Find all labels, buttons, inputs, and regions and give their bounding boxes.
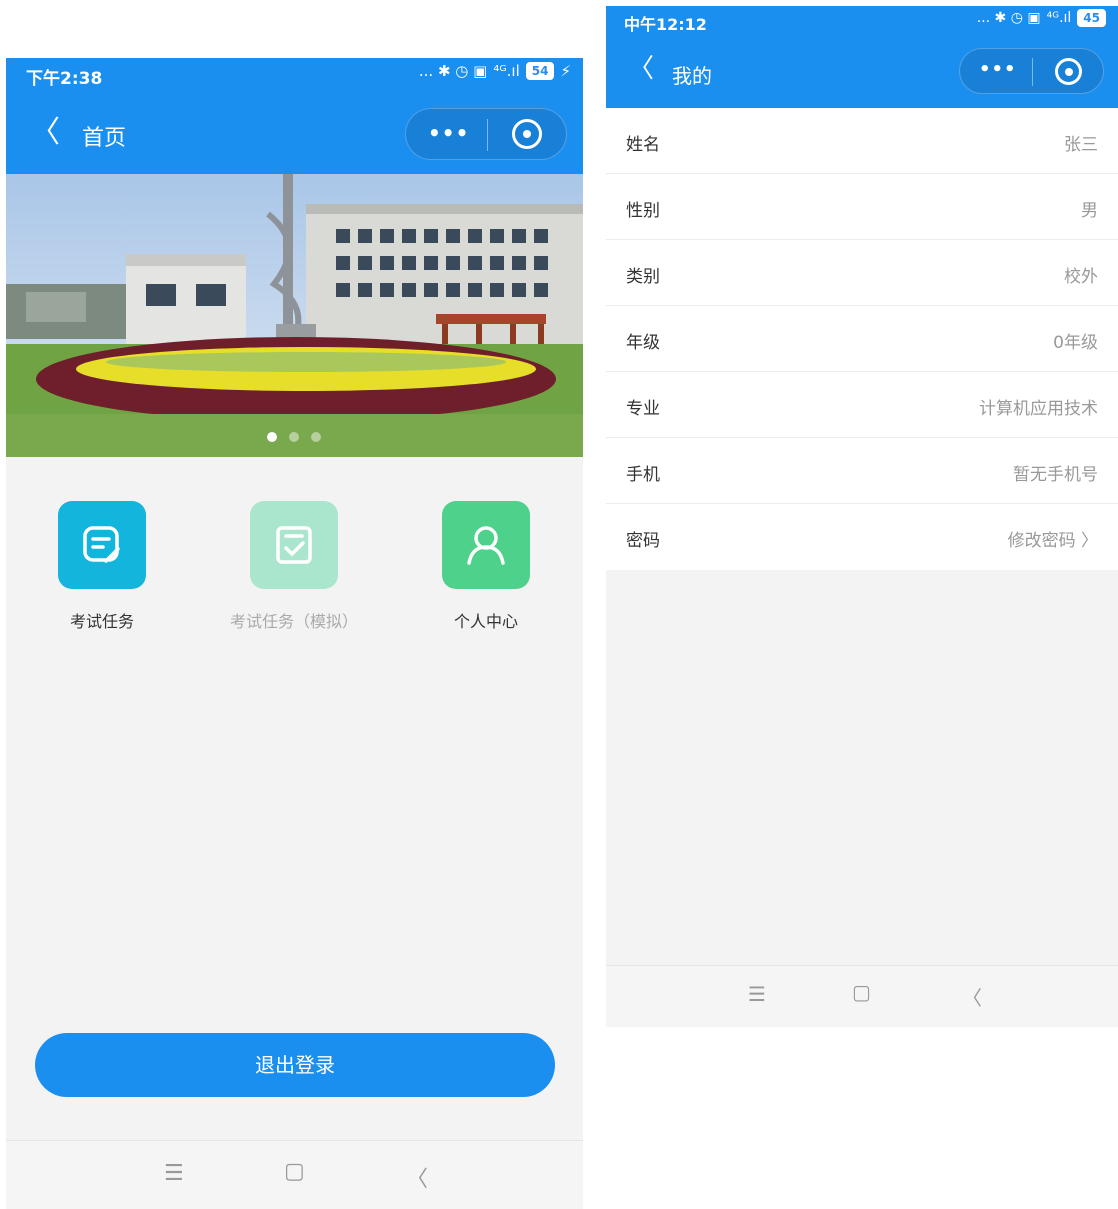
change-password-link[interactable]: 修改密码 〉 — [1008, 526, 1098, 551]
row-value: 暂无手机号 — [1013, 465, 1098, 485]
signal-icon: ⁴ᴳ.ıl — [1046, 10, 1072, 26]
row-label: 年级 — [626, 333, 660, 353]
row-value: 校外 — [1064, 267, 1098, 287]
back-icon[interactable]: 〈 — [406, 1161, 428, 1193]
nav-bar: 〈 首页 ••• — [6, 96, 583, 174]
grid-label-exam-task: 考试任务 — [69, 612, 134, 631]
banner-carousel[interactable] — [6, 174, 583, 457]
row-major: 专业 计算机应用技术 — [606, 372, 1118, 438]
row-phone: 手机 暂无手机号 — [606, 438, 1118, 504]
row-value: 计算机应用技术 — [979, 399, 1098, 419]
status-icons: ... ✱ ◷ ▣ ⁴ᴳ.ıl 54 ⚡ — [419, 62, 571, 80]
status-time: 中午12:12 — [624, 15, 707, 34]
row-gender: 性别 男 — [606, 174, 1118, 240]
home-icon[interactable]: ▢ — [852, 980, 871, 1004]
profile-screen: 中午12:12 ... ✱ ◷ ▣ ⁴ᴳ.ıl 45 〈 我的 ••• 姓名 张… — [606, 6, 1118, 1027]
row-grade: 年级 0年级 — [606, 306, 1118, 372]
status-misc-icons: ... ✱ ◷ ▣ — [976, 10, 1041, 26]
back-button[interactable]: 〈 — [628, 56, 654, 82]
mini-program-capsule: ••• — [405, 108, 567, 160]
system-nav-bar: ☰ ▢ 〈 — [606, 965, 1118, 1027]
logout-button[interactable]: 退出登录 — [35, 1033, 555, 1097]
home-screen: 下午2:38 ... ✱ ◷ ▣ ⁴ᴳ.ıl 54 ⚡ 〈 首页 ••• 考试任… — [6, 58, 583, 1209]
page-title: 我的 — [672, 64, 712, 88]
more-menu-button[interactable]: ••• — [428, 121, 469, 145]
row-password[interactable]: 密码 修改密码 〉 — [606, 504, 1118, 570]
back-button[interactable]: 〈 — [30, 118, 60, 148]
row-label: 姓名 — [626, 135, 660, 155]
system-nav-bar: ☰ ▢ 〈 — [6, 1140, 583, 1209]
menu-icon[interactable]: ☰ — [164, 1161, 184, 1186]
status-bar: 中午12:12 ... ✱ ◷ ▣ ⁴ᴳ.ıl 45 — [606, 6, 1118, 38]
row-value: 张三 — [1064, 135, 1098, 155]
signal-icon: ⁴ᴳ.ıl — [493, 62, 520, 80]
carousel-dot-1[interactable] — [267, 432, 277, 442]
carousel-dot-2[interactable] — [289, 432, 299, 442]
status-bar: 下午2:38 ... ✱ ◷ ▣ ⁴ᴳ.ıl 54 ⚡ — [6, 58, 583, 96]
battery-icon: 54 — [525, 62, 555, 80]
menu-icon[interactable]: ☰ — [748, 982, 766, 1006]
check-doc-icon — [250, 501, 338, 589]
grid-label-mock-exam: 考试任务（模拟） — [229, 612, 358, 631]
charging-icon: ⚡ — [560, 62, 571, 80]
carousel-dot-3[interactable] — [311, 432, 321, 442]
row-value: 0年级 — [1053, 333, 1098, 353]
close-miniprogram-icon[interactable] — [1055, 58, 1082, 85]
battery-icon: 45 — [1077, 9, 1106, 27]
close-miniprogram-icon[interactable] — [512, 119, 542, 149]
status-misc-icons: ... ✱ ◷ ▣ — [418, 62, 488, 80]
row-name: 姓名 张三 — [606, 108, 1118, 174]
page-title: 首页 — [82, 126, 127, 151]
home-icon[interactable]: ▢ — [284, 1159, 305, 1184]
status-time: 下午2:38 — [26, 69, 103, 89]
more-menu-button[interactable]: ••• — [979, 59, 1017, 80]
back-icon[interactable]: 〈 — [962, 982, 982, 1011]
edit-doc-icon[interactable] — [58, 501, 146, 589]
mini-program-capsule: ••• — [959, 48, 1104, 94]
person-icon[interactable] — [442, 501, 530, 589]
row-label: 性别 — [626, 201, 660, 221]
grid-label-personal-center: 个人中心 — [453, 612, 518, 631]
row-label: 密码 — [626, 531, 660, 551]
row-category: 类别 校外 — [606, 240, 1118, 306]
row-label: 手机 — [626, 465, 660, 485]
status-icons: ... ✱ ◷ ▣ ⁴ᴳ.ıl 45 — [977, 9, 1106, 27]
capsule-divider — [1032, 58, 1033, 86]
row-value: 男 — [1081, 201, 1098, 221]
nav-bar: 〈 我的 ••• — [606, 38, 1118, 108]
campus-building-photo — [6, 174, 583, 457]
row-label: 专业 — [626, 399, 660, 419]
row-label: 类别 — [626, 267, 660, 287]
capsule-divider — [487, 119, 488, 151]
